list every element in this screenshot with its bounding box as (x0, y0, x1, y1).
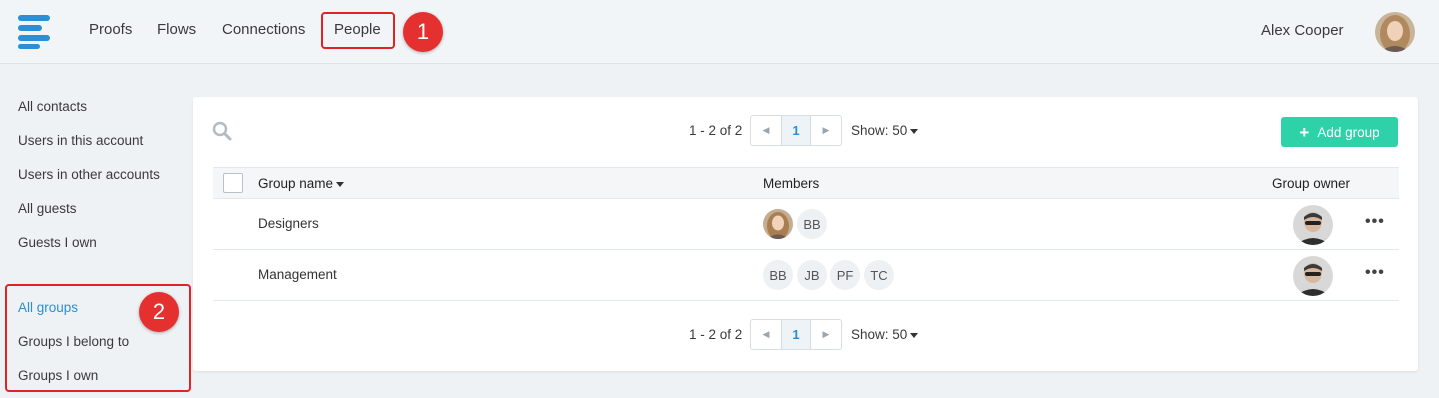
group-name[interactable]: Management (258, 267, 337, 282)
table-row[interactable]: Management BB JB PF TC ••• (213, 250, 1399, 301)
table-row[interactable]: Designers BB ••• (213, 199, 1399, 250)
more-icon[interactable]: ••• (1365, 213, 1385, 231)
user-avatar[interactable] (1375, 12, 1415, 52)
column-header-group-name[interactable]: Group name (258, 176, 345, 191)
pagination-range-top: 1 - 2 of 2 (689, 123, 743, 138)
member-initials: TC (864, 260, 894, 290)
column-header-members: Members (763, 176, 820, 191)
annotation-callout-1: 1 (403, 12, 443, 52)
page-number-button[interactable]: 1 (781, 116, 811, 145)
pagination-top: ◀ 1 ▶ (750, 115, 842, 146)
sidebar-item-users-other-accounts[interactable]: Users in other accounts (18, 167, 160, 182)
member-initials: JB (797, 260, 827, 290)
nav-connections[interactable]: Connections (222, 21, 305, 38)
menu-logo-icon[interactable] (18, 15, 50, 49)
caret-down-icon (910, 332, 919, 338)
sidebar-item-users-this-account[interactable]: Users in this account (18, 133, 143, 148)
page-size-label: Show: 50 (851, 123, 908, 138)
group-name[interactable]: Designers (258, 216, 319, 231)
page-number-button[interactable]: 1 (781, 320, 811, 349)
more-icon[interactable]: ••• (1365, 264, 1385, 282)
user-name[interactable]: Alex Cooper (1261, 22, 1344, 39)
nav-proofs[interactable]: Proofs (89, 21, 132, 38)
caret-down-icon (910, 128, 919, 134)
member-avatar-photo (763, 209, 793, 239)
page-size-label: Show: 50 (851, 327, 908, 342)
pagination-bottom: ◀ 1 ▶ (750, 319, 842, 350)
member-initials: BB (797, 209, 827, 239)
annotation-highlight-people (321, 12, 395, 49)
chevron-right-icon[interactable]: ▶ (811, 320, 841, 349)
sidebar-item-guests-i-own[interactable]: Guests I own (18, 235, 97, 250)
group-owner-avatar (1293, 205, 1333, 245)
column-header-group-owner: Group owner (1272, 176, 1351, 191)
plus-icon: + (1299, 122, 1310, 142)
member-initials: BB (763, 260, 793, 290)
sort-caret-icon (336, 181, 345, 187)
chevron-right-icon[interactable]: ▶ (811, 116, 841, 145)
chevron-left-icon[interactable]: ◀ (751, 320, 781, 349)
pagination-range-bottom: 1 - 2 of 2 (689, 327, 743, 342)
page-size-dropdown-bottom[interactable]: Show: 50 (851, 327, 919, 342)
chevron-left-icon[interactable]: ◀ (751, 116, 781, 145)
top-navigation-bar: Proofs Flows Connections People 1 Alex C… (0, 0, 1439, 64)
add-group-label: Add group (1317, 124, 1380, 140)
search-icon[interactable] (212, 121, 232, 141)
sidebar-item-all-contacts[interactable]: All contacts (18, 99, 87, 114)
add-group-button[interactable]: + Add group (1281, 117, 1398, 147)
page-size-dropdown-top[interactable]: Show: 50 (851, 123, 919, 138)
group-owner-avatar (1293, 256, 1333, 296)
table-header: Group name Members Group owner (213, 167, 1399, 199)
groups-panel: 1 - 2 of 2 ◀ 1 ▶ Show: 50 + Add group Gr… (193, 97, 1418, 371)
select-all-checkbox[interactable] (223, 173, 243, 193)
member-initials: PF (830, 260, 860, 290)
nav-flows[interactable]: Flows (157, 21, 196, 38)
sidebar-item-all-guests[interactable]: All guests (18, 201, 77, 216)
annotation-callout-2: 2 (139, 292, 179, 332)
